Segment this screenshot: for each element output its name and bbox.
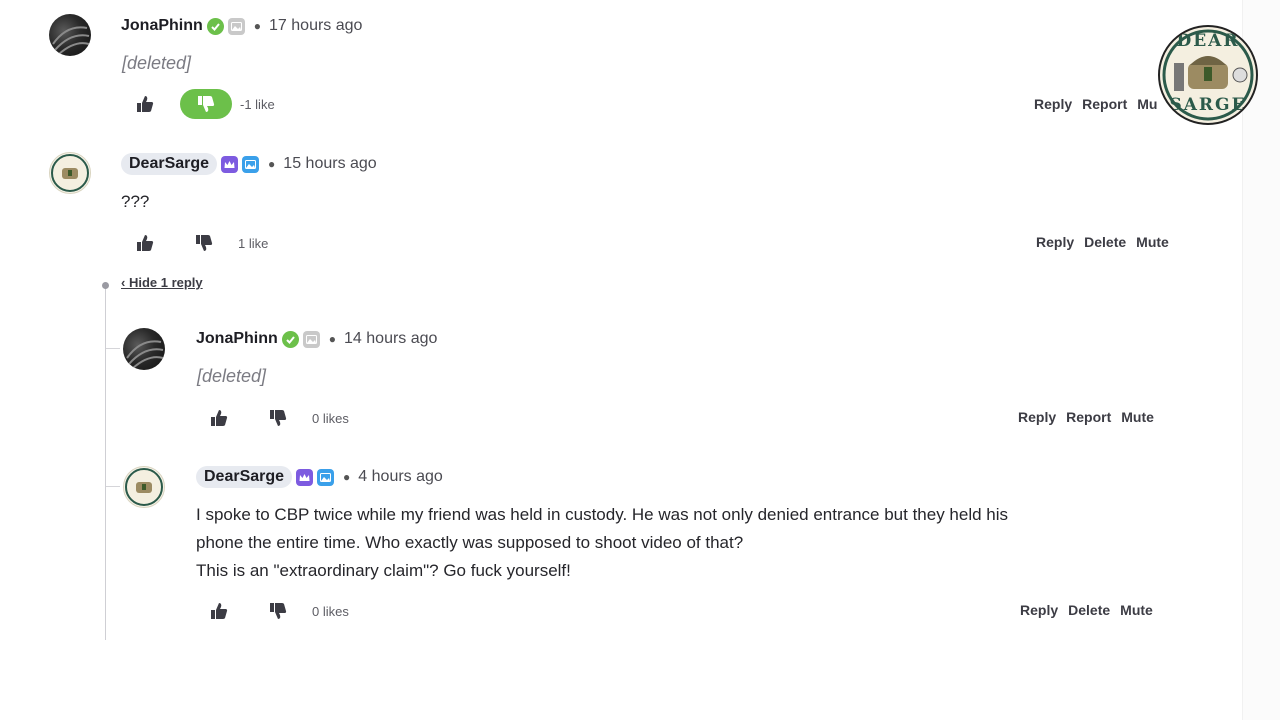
mute-link[interactable]: Mute	[1136, 234, 1169, 250]
verified-badge-icon	[206, 17, 224, 35]
comment-body: ???	[121, 192, 150, 211]
crown-badge-icon	[221, 155, 239, 173]
like-count: -1 like	[240, 96, 275, 112]
thumbs-up-icon[interactable]	[131, 229, 159, 257]
thumbs-down-icon[interactable]	[180, 89, 232, 119]
thumbs-down-icon[interactable]	[264, 404, 292, 432]
thumbs-up-icon[interactable]	[205, 597, 233, 625]
timestamp: 4 hours ago	[358, 468, 443, 485]
comment-line: I spoke to CBP twice while my friend was…	[196, 505, 1009, 524]
thread-line	[105, 288, 106, 640]
separator-dot: ●	[268, 157, 276, 171]
dear-sarge-avatar-icon	[125, 468, 163, 506]
logo-text-bottom: SARGE	[1169, 95, 1247, 115]
mute-link[interactable]: Mu	[1137, 96, 1157, 112]
thumbs-down-icon[interactable]	[264, 597, 292, 625]
image-badge-icon	[227, 17, 245, 35]
like-count: 0 likes	[312, 410, 349, 426]
separator-dot: ●	[343, 470, 351, 484]
reply-link[interactable]: Reply	[1034, 96, 1072, 112]
crown-badge-icon	[296, 468, 314, 486]
username[interactable]: DearSarge	[121, 153, 218, 175]
username[interactable]: DearSarge	[196, 466, 293, 488]
image-badge-icon	[302, 330, 320, 348]
image-badge-icon	[317, 468, 335, 486]
avatar[interactable]	[49, 152, 91, 194]
hide-replies-link[interactable]: ‹ Hide 1 reply	[121, 275, 203, 290]
comment-body: I spoke to CBP twice while my friend was…	[196, 501, 1008, 585]
separator-dot: ●	[253, 19, 262, 33]
report-link[interactable]: Report	[1082, 96, 1127, 112]
mute-link[interactable]: Mute	[1121, 409, 1154, 425]
comment-line: This is an "extraordinary claim"? Go fuc…	[196, 561, 571, 580]
verified-badge-icon	[281, 330, 299, 348]
dear-sarge-avatar-icon	[51, 154, 89, 192]
delete-link[interactable]: Delete	[1068, 602, 1110, 618]
logo-text-top: DEAR	[1176, 31, 1240, 51]
mute-link[interactable]: Mute	[1120, 602, 1153, 618]
reply-link[interactable]: Reply	[1036, 234, 1074, 250]
timestamp: 14 hours ago	[344, 330, 438, 347]
dear-sarge-logo: DEAR SARGE	[1158, 25, 1258, 125]
like-count: 0 likes	[312, 603, 349, 619]
comment-body: [deleted]	[122, 53, 192, 73]
thread-dot	[102, 282, 109, 289]
thread-branch	[106, 348, 120, 349]
thumbs-down-icon[interactable]	[190, 229, 218, 257]
thumbs-up-icon[interactable]	[205, 404, 233, 432]
delete-link[interactable]: Delete	[1084, 234, 1126, 250]
avatar[interactable]	[123, 466, 165, 508]
separator-dot: ●	[328, 332, 337, 346]
username[interactable]: JonaPhinn	[196, 330, 278, 348]
timestamp: 15 hours ago	[283, 155, 377, 172]
avatar[interactable]	[123, 328, 165, 370]
image-badge-icon	[242, 155, 260, 173]
report-link[interactable]: Report	[1066, 409, 1111, 425]
avatar[interactable]	[49, 14, 91, 56]
username[interactable]: JonaPhinn	[121, 17, 203, 35]
like-count: 1 like	[238, 235, 269, 251]
thread-branch	[106, 486, 120, 487]
reply-link[interactable]: Reply	[1018, 409, 1056, 425]
comment-body: [deleted]	[197, 366, 267, 386]
reply-link[interactable]: Reply	[1020, 602, 1058, 618]
timestamp: 17 hours ago	[269, 17, 363, 34]
thumbs-up-icon[interactable]	[131, 90, 159, 118]
comment-line: phone the entire time. Who exactly was s…	[196, 533, 744, 552]
